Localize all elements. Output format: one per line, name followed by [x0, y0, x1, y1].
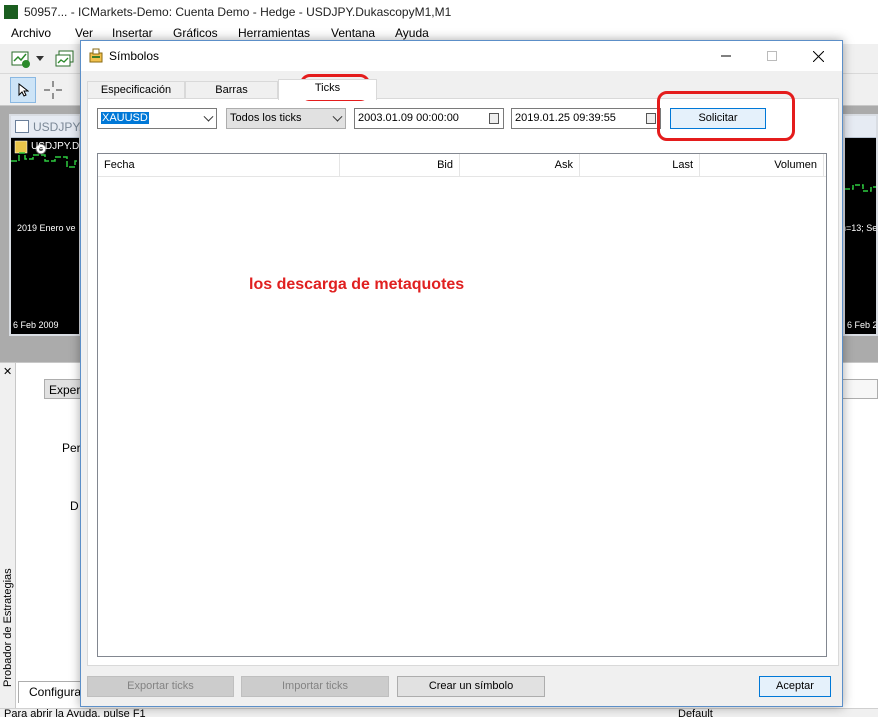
chart-symbol-label: USDJPY.D [31, 141, 79, 152]
tick-type-select[interactable]: Todos los ticks [226, 108, 346, 129]
tab-ticks[interactable]: Ticks [278, 79, 377, 100]
status-help-text: Para abrir la Ayuda, pulse F1 [4, 708, 146, 717]
chart-date-label: 6 Feb 20 [847, 320, 876, 330]
maximize-icon[interactable] [749, 41, 795, 71]
menu-ventana[interactable]: Ventana [331, 26, 375, 40]
tab-configuracion[interactable]: Configura [18, 681, 88, 703]
annotation-text: los descarga de metaquotes [249, 276, 465, 293]
close-icon[interactable]: ✕ [3, 365, 12, 378]
app-logo-icon [4, 5, 18, 19]
date-to-picker[interactable]: 2019.01.25 09:39:55 [511, 108, 661, 129]
chart-window-right[interactable]: n=13; Se 6 Feb 20 [843, 114, 878, 336]
ticks-table-header: Fecha Bid Ask Last Volumen [98, 154, 826, 177]
minimize-icon[interactable] [703, 41, 749, 71]
menu-ayuda[interactable]: Ayuda [395, 26, 429, 40]
status-profile-text: Default [678, 708, 713, 717]
cursor-arrow-icon[interactable] [10, 77, 36, 103]
dialog-tab-strip: Especificación Barras Ticks [87, 79, 839, 100]
column-header-volumen[interactable]: Volumen [700, 154, 824, 177]
menu-graficos[interactable]: Gráficos [173, 26, 218, 40]
accept-button[interactable]: Aceptar [759, 676, 831, 697]
tab-especificacion[interactable]: Especificación [87, 81, 185, 99]
export-ticks-button[interactable]: Exportar ticks [87, 676, 234, 697]
status-bar: Para abrir la Ayuda, pulse F1 Default [0, 708, 878, 717]
tester-period-label: Per [62, 441, 81, 455]
profiles-icon[interactable] [52, 46, 78, 72]
date-to-value: 2019.01.25 09:39:55 [515, 112, 616, 124]
chart-price-line [845, 184, 876, 192]
chart-date-label: 6 Feb 2009 [13, 320, 59, 330]
column-header-bid[interactable]: Bid [340, 154, 460, 177]
create-symbol-button[interactable]: Crear un símbolo [397, 676, 545, 697]
tester-side-bar: ✕ Probador de Estrategias [0, 363, 16, 709]
date-from-value: 2003.01.09 00:00:00 [358, 112, 459, 124]
symbols-icon [89, 48, 103, 63]
tester-vertical-label: Probador de Estrategias [2, 568, 14, 687]
chart-info-text: 2019 Enero ve [17, 223, 76, 233]
chevron-down-icon [332, 111, 343, 122]
chart-window-icon [15, 120, 29, 133]
dropdown-arrow-icon[interactable] [34, 46, 46, 72]
dialog-title-bar: Símbolos [81, 41, 842, 71]
column-header-last[interactable]: Last [580, 154, 700, 177]
column-header-ask[interactable]: Ask [460, 154, 580, 177]
ticks-table[interactable]: Fecha Bid Ask Last Volumen [97, 153, 827, 657]
new-chart-icon[interactable] [8, 46, 34, 72]
menu-archivo[interactable]: Archivo [11, 26, 51, 40]
symbol-select-value: XAUUSD [101, 112, 149, 124]
chevron-down-icon [203, 111, 214, 122]
app-title-bar: 50957... - ICMarkets-Demo: Cuenta Demo -… [0, 0, 878, 24]
date-from-picker[interactable]: 2003.01.09 00:00:00 [354, 108, 504, 129]
symbol-select[interactable]: XAUUSD [97, 108, 217, 129]
chart-window-left[interactable]: USDJPY.D USDJPY.D 2019 Enero ve 6 Feb 20… [9, 114, 91, 336]
close-icon[interactable] [795, 41, 841, 71]
calendar-icon[interactable] [646, 113, 656, 124]
app-title: 50957... - ICMarkets-Demo: Cuenta Demo -… [24, 5, 452, 19]
dialog-title: Símbolos [109, 49, 160, 63]
tester-date-label: D [70, 499, 79, 513]
chart-canvas[interactable]: USDJPY.D 2019 Enero ve 6 Feb 2009 [11, 139, 79, 334]
symbols-dialog: Símbolos Especificación Barras Ticks XAU… [80, 40, 843, 707]
request-button[interactable]: Solicitar [670, 108, 766, 129]
chart-info-text: n=13; Se [845, 223, 876, 233]
crosshair-icon[interactable] [40, 77, 66, 103]
menu-herramientas[interactable]: Herramientas [238, 26, 310, 40]
import-ticks-button[interactable]: Importar ticks [241, 676, 389, 697]
tab-barras[interactable]: Barras [185, 81, 278, 99]
chart-window-header: USDJPY.D [11, 116, 91, 138]
menu-ver[interactable]: Ver [75, 26, 93, 40]
calendar-icon[interactable] [489, 113, 499, 124]
menu-insertar[interactable]: Insertar [112, 26, 153, 40]
chart-window-header [845, 116, 876, 138]
ticks-tab-page: XAUUSD Todos los ticks 2003.01.09 00:00:… [87, 98, 839, 666]
column-header-fecha[interactable]: Fecha [98, 154, 340, 177]
tester-combo-right[interactable] [842, 379, 878, 399]
tick-type-select-value: Todos los ticks [230, 112, 302, 124]
chart-canvas[interactable]: n=13; Se 6 Feb 20 [845, 139, 876, 334]
